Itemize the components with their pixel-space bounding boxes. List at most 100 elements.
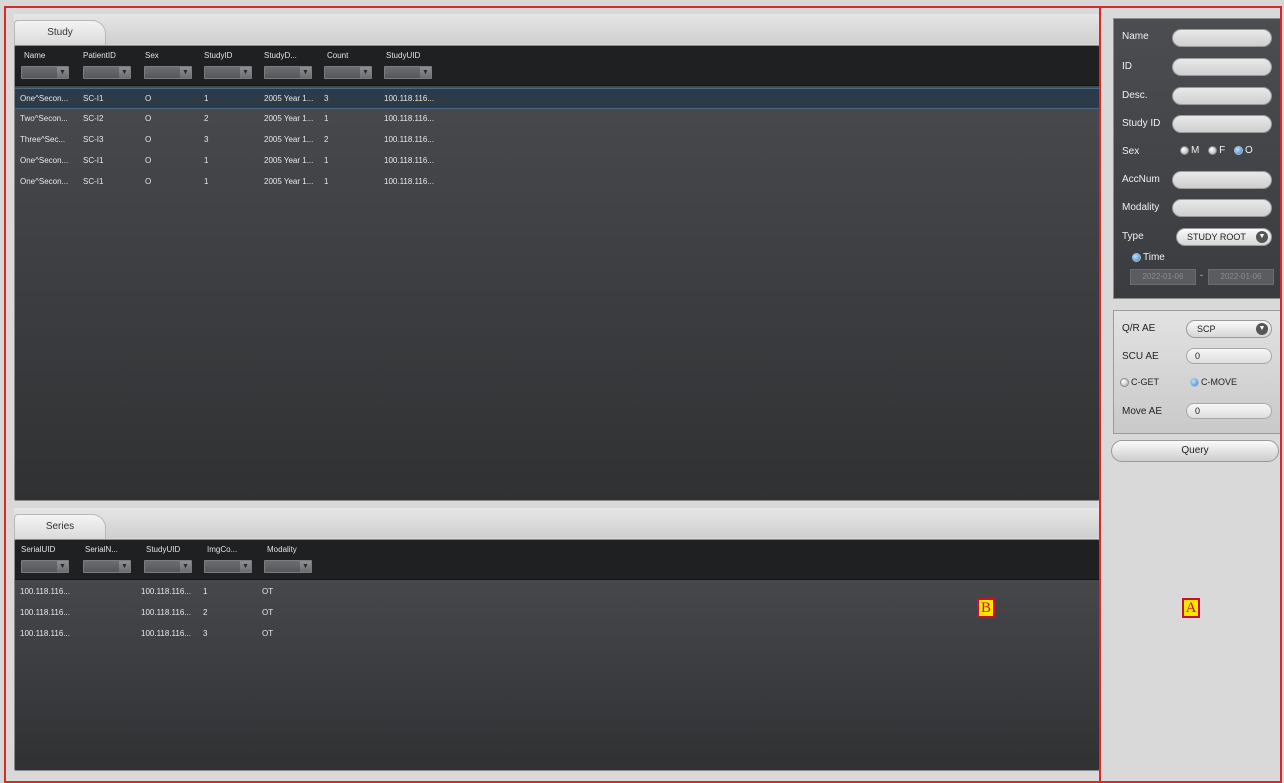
table-row[interactable]: One^Secon... SC-I1 O 1 2005 Year 1... 1 … xyxy=(15,172,1099,193)
column-header-patientid[interactable]: PatientID xyxy=(83,51,116,60)
column-header-serialnumber[interactable]: SerialN... xyxy=(85,545,118,554)
filter-imgcount[interactable]: ▼ xyxy=(204,560,252,573)
c-move-option[interactable]: C-MOVE xyxy=(1190,377,1237,388)
sex-m-label: M xyxy=(1191,145,1200,156)
filter-count[interactable]: ▼ xyxy=(324,66,372,79)
time-toggle[interactable]: Time xyxy=(1132,252,1165,263)
study-table-header: Name PatientID Sex StudyID StudyD... Cou… xyxy=(15,46,1099,86)
cell-studyid: 1 xyxy=(204,94,209,103)
table-row[interactable]: 100.118.116... 100.118.116... 2 OT xyxy=(15,603,1099,624)
series-tabbar: Series xyxy=(14,508,1100,540)
series-table-body: 100.118.116... 100.118.116... 1 OT 100.1… xyxy=(15,580,1099,645)
table-row[interactable]: 100.118.116... 100.118.116... 3 OT xyxy=(15,624,1099,645)
marker-b: B xyxy=(977,598,995,618)
cell-sex: O xyxy=(145,156,152,165)
study-id-input[interactable] xyxy=(1172,115,1272,133)
table-row[interactable]: 100.118.116... 100.118.116... 1 OT xyxy=(15,582,1099,603)
table-row[interactable]: Two^Secon... SC-I2 O 2 2005 Year 1... 1 … xyxy=(15,109,1099,130)
column-header-studyid[interactable]: StudyID xyxy=(204,51,232,60)
cell-count: 1 xyxy=(324,114,329,123)
sex-o-label: O xyxy=(1245,145,1253,156)
tab-study[interactable]: Study xyxy=(14,20,106,46)
column-header-sex[interactable]: Sex xyxy=(145,51,159,60)
radio-icon xyxy=(1120,378,1129,388)
table-row[interactable]: One^Secon... SC-I1 O 1 2005 Year 1... 3 … xyxy=(15,88,1099,109)
radio-icon xyxy=(1208,145,1218,155)
query-button[interactable]: Query xyxy=(1111,440,1279,462)
cell-modality: OT xyxy=(262,608,274,617)
filter-modality[interactable]: ▼ xyxy=(264,560,312,573)
chevron-down-icon: ▼ xyxy=(180,561,191,572)
column-header-studydate[interactable]: StudyD... xyxy=(264,51,297,60)
name-input[interactable] xyxy=(1172,29,1272,47)
chevron-down-icon: ▼ xyxy=(420,67,431,78)
cell-name: One^Secon... xyxy=(20,94,69,103)
chevron-down-icon: ▼ xyxy=(360,67,371,78)
desc-input[interactable] xyxy=(1172,87,1272,105)
cell-count: 3 xyxy=(324,94,329,103)
cell-serialuid: 100.118.116... xyxy=(20,587,70,596)
column-header-modality[interactable]: Modality xyxy=(267,545,297,554)
cell-studyuid: 100.118.116... xyxy=(384,156,434,165)
cell-studyid: 3 xyxy=(204,135,209,144)
column-header-count[interactable]: Count xyxy=(327,51,348,60)
search-form: Name ID Desc. Study ID Sex M F O AccNum … xyxy=(1113,18,1281,299)
filter-studyuid[interactable]: ▼ xyxy=(384,66,432,79)
tab-series[interactable]: Series xyxy=(14,514,106,540)
date-to-input[interactable]: 2022-01-06 xyxy=(1208,269,1274,285)
c-get-option[interactable]: C-GET xyxy=(1120,377,1159,388)
filter-serialuid[interactable]: ▼ xyxy=(21,560,69,573)
cell-imgcount: 1 xyxy=(203,587,208,596)
date-from-input[interactable]: 2022-01-06 xyxy=(1130,269,1196,285)
column-header-serialuid[interactable]: SerialUID xyxy=(21,545,55,554)
qr-ae-select[interactable]: SCP ▼ xyxy=(1186,320,1272,338)
qr-ae-label: Q/R AE xyxy=(1122,323,1156,334)
chevron-down-icon: ▼ xyxy=(57,561,68,572)
chevron-down-icon: ▼ xyxy=(119,67,130,78)
modality-input[interactable] xyxy=(1172,199,1272,217)
cell-studydate: 2005 Year 1... xyxy=(264,177,314,186)
study-table-body: One^Secon... SC-I1 O 1 2005 Year 1... 3 … xyxy=(15,86,1099,193)
table-row[interactable]: Three^Sec... SC-I3 O 3 2005 Year 1... 2 … xyxy=(15,130,1099,151)
cell-studyuid: 100.118.116... xyxy=(141,608,191,617)
cell-sex: O xyxy=(145,135,152,144)
cell-sex: O xyxy=(145,94,152,103)
filter-studyuid[interactable]: ▼ xyxy=(144,560,192,573)
move-ae-input[interactable]: 0 xyxy=(1186,403,1272,419)
browser-area: Study Name PatientID Sex StudyID StudyD.… xyxy=(6,8,1100,783)
column-header-imgcount[interactable]: ImgCo... xyxy=(207,545,237,554)
filter-sex[interactable]: ▼ xyxy=(144,66,192,79)
type-select[interactable]: STUDY ROOT ▼ xyxy=(1176,228,1272,246)
cell-patientid: SC-I1 xyxy=(83,177,104,186)
sex-f-option[interactable]: F xyxy=(1208,145,1225,156)
ae-settings: Q/R AE SCP ▼ SCU AE 0 C-GET C-MOVE Move … xyxy=(1113,310,1281,434)
cell-count: 2 xyxy=(324,135,329,144)
column-header-studyuid[interactable]: StudyUID xyxy=(146,545,180,554)
modality-label: Modality xyxy=(1122,202,1160,213)
accnum-input[interactable] xyxy=(1172,171,1272,189)
move-ae-label: Move AE xyxy=(1122,406,1163,417)
chevron-down-icon: ▼ xyxy=(119,561,130,572)
cell-studyuid: 100.118.116... xyxy=(384,135,434,144)
id-input[interactable] xyxy=(1172,58,1272,76)
sex-o-option[interactable]: O xyxy=(1234,145,1253,156)
filter-studyid[interactable]: ▼ xyxy=(204,66,252,79)
cell-name: Three^Sec... xyxy=(20,135,66,144)
column-header-studyuid[interactable]: StudyUID xyxy=(386,51,420,60)
scu-ae-input[interactable]: 0 xyxy=(1186,348,1272,364)
date-separator: - xyxy=(1200,270,1203,280)
filter-patientid[interactable]: ▼ xyxy=(83,66,131,79)
radio-icon xyxy=(1180,145,1189,155)
filter-studydate[interactable]: ▼ xyxy=(264,66,312,79)
filter-name[interactable]: ▼ xyxy=(21,66,69,79)
sex-m-option[interactable]: M xyxy=(1180,145,1199,156)
column-header-name[interactable]: Name xyxy=(24,51,45,60)
radio-selected-icon xyxy=(1234,145,1244,155)
table-row[interactable]: One^Secon... SC-I1 O 1 2005 Year 1... 1 … xyxy=(15,151,1099,172)
cell-name: One^Secon... xyxy=(20,177,69,186)
chevron-down-icon: ▼ xyxy=(240,67,251,78)
filter-serialnumber[interactable]: ▼ xyxy=(83,560,131,573)
cell-studyuid: 100.118.116... xyxy=(141,629,191,638)
chevron-down-icon: ▼ xyxy=(180,67,191,78)
study-tabbar: Study xyxy=(14,14,1100,46)
